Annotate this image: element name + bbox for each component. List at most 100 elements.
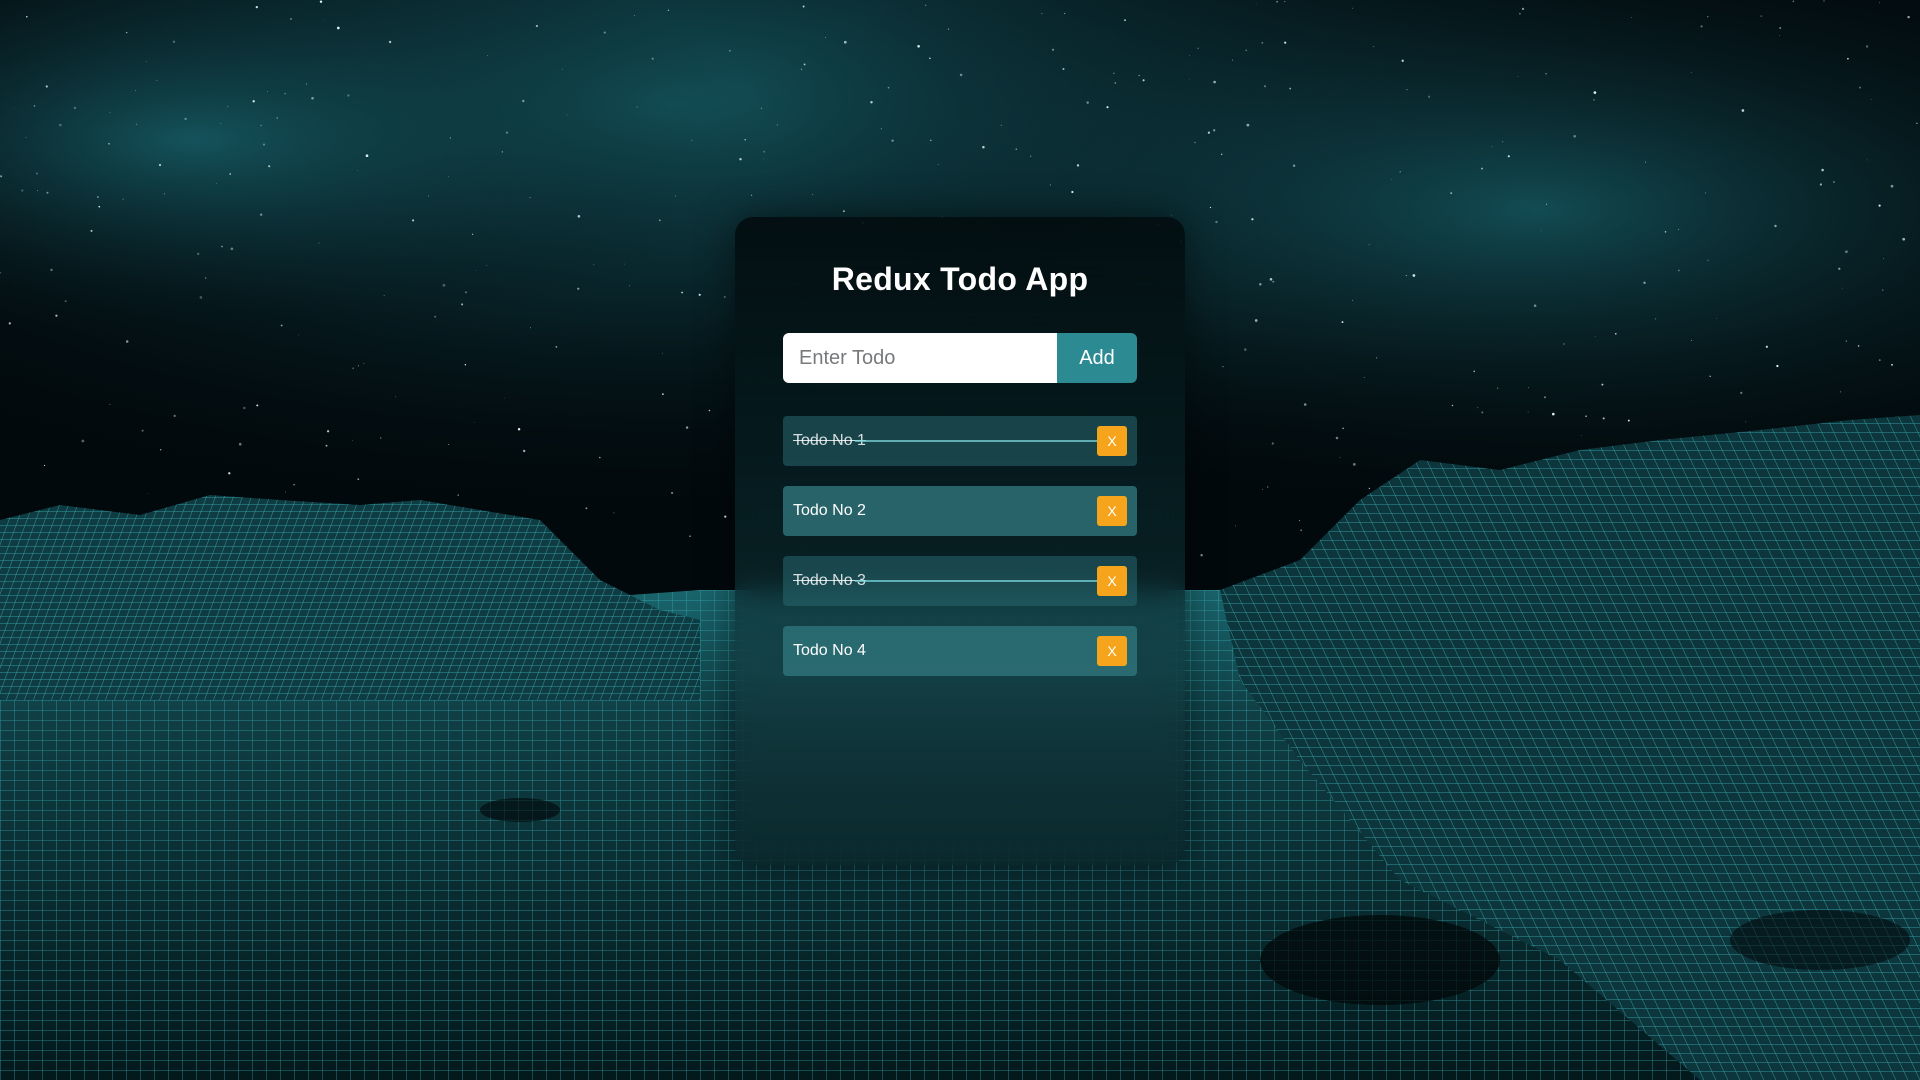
star-icon xyxy=(698,293,701,296)
star-icon xyxy=(1779,34,1780,36)
star-icon xyxy=(1707,259,1709,262)
star-icon xyxy=(230,247,234,251)
star-icon xyxy=(1845,250,1848,254)
star-icon xyxy=(1878,204,1881,207)
star-icon xyxy=(163,193,165,195)
star-icon xyxy=(1866,159,1868,161)
star-icon xyxy=(1627,419,1630,422)
star-icon xyxy=(1261,42,1264,44)
delete-button[interactable]: X xyxy=(1097,566,1127,596)
star-icon xyxy=(1819,183,1822,186)
star-icon xyxy=(812,194,814,196)
star-icon xyxy=(708,409,711,412)
star-icon xyxy=(1678,228,1679,230)
star-icon xyxy=(1373,46,1375,47)
star-icon xyxy=(465,291,467,294)
star-icon xyxy=(523,449,526,453)
add-button[interactable]: Add xyxy=(1057,333,1137,383)
star-icon xyxy=(73,106,77,110)
star-icon xyxy=(1840,391,1842,393)
star-icon xyxy=(8,322,11,325)
star-icon xyxy=(1254,319,1258,322)
star-icon xyxy=(577,215,581,218)
star-icon xyxy=(1342,427,1344,430)
star-icon xyxy=(357,478,360,481)
star-icon xyxy=(1497,387,1499,389)
star-icon xyxy=(1502,141,1504,143)
star-icon xyxy=(1071,190,1074,194)
star-icon xyxy=(825,37,826,39)
star-icon xyxy=(1259,283,1262,286)
star-icon xyxy=(260,213,263,216)
star-icon xyxy=(326,430,330,433)
star-icon xyxy=(1269,278,1273,281)
star-icon xyxy=(1235,525,1236,527)
star-icon xyxy=(1540,230,1542,232)
star-icon xyxy=(613,512,615,514)
star-icon xyxy=(357,169,359,171)
star-icon xyxy=(290,18,292,20)
star-icon xyxy=(681,291,684,294)
star-icon xyxy=(1857,345,1860,347)
todo-item[interactable]: Todo No 2 X xyxy=(783,486,1137,536)
star-icon xyxy=(109,404,111,405)
star-icon xyxy=(1776,364,1779,368)
star-icon xyxy=(475,270,477,271)
star-icon xyxy=(1865,45,1869,48)
star-icon xyxy=(228,472,231,475)
star-icon xyxy=(1406,89,1408,91)
todo-input[interactable] xyxy=(783,333,1057,383)
star-icon xyxy=(1543,396,1547,399)
star-icon xyxy=(1765,345,1769,348)
delete-button[interactable]: X xyxy=(1097,496,1127,526)
delete-button[interactable]: X xyxy=(1097,636,1127,666)
star-icon xyxy=(1677,269,1680,272)
star-icon xyxy=(739,157,742,161)
todo-text: Todo No 4 xyxy=(793,642,866,659)
star-icon xyxy=(691,139,693,141)
star-icon xyxy=(1222,366,1224,368)
star-icon xyxy=(1412,274,1416,277)
star-icon xyxy=(802,5,805,8)
todo-item[interactable]: Todo No 3 X xyxy=(783,556,1137,606)
star-icon xyxy=(1760,15,1762,17)
star-icon xyxy=(125,31,128,34)
star-icon xyxy=(1341,321,1344,324)
star-icon xyxy=(661,393,664,396)
star-icon xyxy=(64,300,67,303)
star-icon xyxy=(1866,183,1868,185)
delete-button[interactable]: X xyxy=(1097,426,1127,456)
star-icon xyxy=(197,252,200,256)
star-icon xyxy=(658,219,661,222)
star-icon xyxy=(1581,435,1582,436)
star-icon xyxy=(1740,391,1743,395)
star-icon xyxy=(1890,184,1894,188)
star-icon xyxy=(98,205,101,208)
star-icon xyxy=(1507,155,1510,158)
star-icon xyxy=(887,86,890,89)
star-icon xyxy=(1106,106,1109,109)
star-icon xyxy=(1171,214,1172,216)
star-icon xyxy=(517,428,521,431)
star-icon xyxy=(243,406,246,410)
star-icon xyxy=(136,123,138,125)
star-icon xyxy=(1664,231,1667,233)
star-icon xyxy=(276,117,279,119)
star-icon xyxy=(1614,332,1617,335)
star-icon xyxy=(555,346,558,348)
star-icon xyxy=(1491,146,1493,148)
star-icon xyxy=(1883,258,1885,260)
star-icon xyxy=(1200,553,1203,557)
star-icon xyxy=(1256,3,1257,5)
star-icon xyxy=(37,189,39,191)
star-icon xyxy=(172,40,176,44)
star-icon xyxy=(1527,411,1529,413)
star-icon xyxy=(1631,17,1632,18)
todo-item[interactable]: Todo No 1 X xyxy=(783,416,1137,466)
star-icon xyxy=(1709,375,1711,377)
completed-strike-line xyxy=(855,580,1097,582)
star-icon xyxy=(173,414,176,418)
star-icon xyxy=(1289,87,1292,90)
todo-item[interactable]: Todo No 4 X xyxy=(783,626,1137,676)
star-icon xyxy=(1562,343,1565,345)
